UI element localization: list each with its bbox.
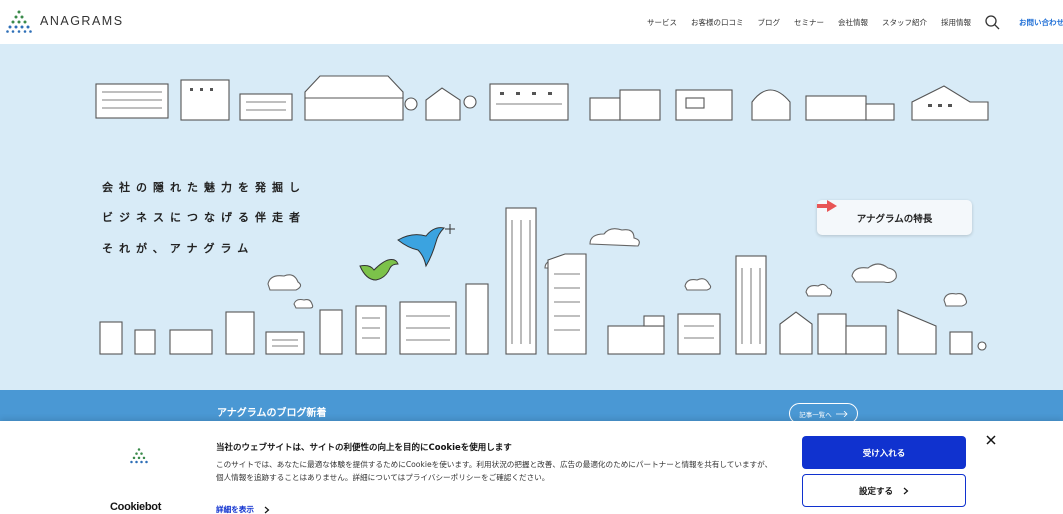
chevron-right-icon [264, 506, 270, 513]
arrow-right-icon [835, 410, 848, 417]
cookie-description: このサイトでは、あなたに最適な体験を提供するためにCookieを使います。利用状… [216, 460, 773, 482]
cookie-details-link[interactable]: 詳細を表示 [216, 504, 270, 514]
cookie-banner: Cookiebot 当社のウェブサイトは、サイトの利便性の向上を目的にCooki… [0, 421, 1063, 514]
nav-item-service[interactable]: サービス [647, 17, 677, 28]
features-button[interactable]: アナグラムの特長 [817, 200, 972, 235]
nav-item-recruit[interactable]: 採用情報 [941, 17, 971, 28]
cookie-settings-label: 設定する [858, 486, 893, 497]
nav-contact-link[interactable]: お問い合わせ [1019, 17, 1063, 28]
chevron-right-icon [903, 487, 909, 494]
main-nav: サービス お客様の口コミ ブログ セミナー 会社情報 スタッフ紹介 採用情報 お… [633, 0, 1063, 44]
search-icon[interactable] [985, 14, 1001, 30]
cookie-details-label: 詳細を表示 [216, 505, 254, 514]
hero-tagline-1: 会社の隠れた魅力を発掘し [102, 181, 306, 194]
cookie-settings-button[interactable]: 設定する [802, 474, 966, 507]
nav-item-reviews[interactable]: お客様の口コミ [691, 17, 744, 28]
green-bird-icon [359, 259, 399, 281]
site-logo-small-icon [130, 448, 148, 464]
blog-more-label: 記事一覧へ [799, 410, 832, 419]
hero-tagline-2: ビジネスにつなげる伴走者 [102, 211, 306, 224]
site-header: ANAGRAMS サービス お客様の口コミ ブログ セミナー 会社情報 スタッフ… [0, 0, 1063, 44]
nav-item-company[interactable]: 会社情報 [838, 17, 868, 28]
close-icon[interactable] [985, 434, 997, 446]
accept-cookies-button[interactable]: 受け入れる [802, 436, 966, 469]
nav-item-seminar[interactable]: セミナー [794, 17, 824, 28]
nav-item-blog[interactable]: ブログ [758, 17, 781, 28]
logo-text: ANAGRAMS [40, 14, 124, 28]
features-button-label: アナグラムの特長 [856, 213, 933, 225]
cookiebot-logo: Cookiebot [110, 501, 162, 513]
hero-section: 会社の隠れた魅力を発掘し ビジネスにつなげる伴走者 それが、アナグラム アナグラ… [0, 44, 1063, 390]
arrow-right-icon [817, 200, 837, 212]
nav-item-staff[interactable]: スタッフ紹介 [882, 17, 927, 28]
blog-section-title: アナグラムのブログ新着 [217, 408, 327, 419]
logo-mark-icon [6, 10, 32, 33]
cookie-title: 当社のウェブサイトは、サイトの利便性の向上を目的にCookieを使用します [216, 443, 512, 453]
hero-tagline-3: それが、アナグラム [102, 242, 255, 255]
blue-bird-icon [397, 227, 446, 268]
site-logo[interactable]: ANAGRAMS [6, 9, 124, 33]
